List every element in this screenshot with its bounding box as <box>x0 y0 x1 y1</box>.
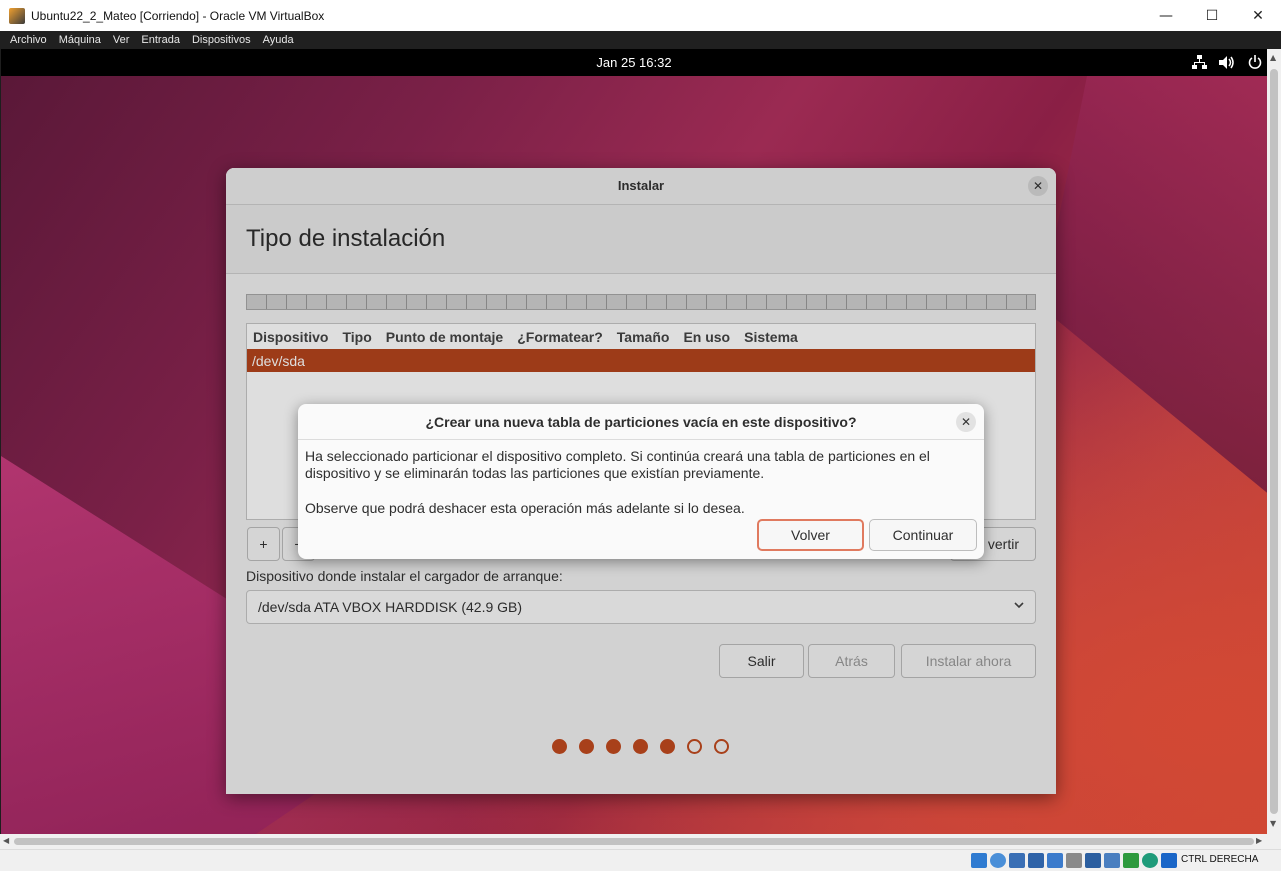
menu-ver[interactable]: Ver <box>107 34 136 46</box>
continue-button[interactable]: Continuar <box>869 519 977 551</box>
shared-folders-icon[interactable] <box>1066 853 1082 868</box>
confirm-dialog: ¿Crear una nueva tabla de particiones va… <box>298 404 984 559</box>
volume-icon[interactable] <box>1219 54 1235 70</box>
scroll-up-icon[interactable]: ▲ <box>1270 53 1276 62</box>
host-key-label: CTRL DERECHA <box>1181 854 1259 865</box>
menu-entrada[interactable]: Entrada <box>135 34 186 46</box>
vbox-statusbar: CTRL DERECHA <box>0 849 1281 871</box>
dialog-message: Ha seleccionado particionar el dispositi… <box>305 448 930 481</box>
hard-disk-icon[interactable] <box>971 853 987 868</box>
scroll-right-icon[interactable]: ▶ <box>1256 836 1262 845</box>
minimize-button[interactable]: — <box>1143 0 1189 31</box>
vbox-menubar: Archivo Máquina Ver Entrada Dispositivos… <box>0 31 1281 49</box>
scrollbar-thumb[interactable] <box>1270 69 1278 814</box>
network-adapter-icon[interactable] <box>1028 853 1044 868</box>
optical-drive-icon[interactable] <box>990 853 1006 868</box>
menu-maquina[interactable]: Máquina <box>53 34 107 46</box>
dialog-close-button[interactable]: ✕ <box>956 412 976 432</box>
menu-ayuda[interactable]: Ayuda <box>257 34 300 46</box>
vertical-scrollbar[interactable]: ▲ ▼ <box>1267 49 1281 834</box>
close-window-button[interactable]: ✕ <box>1235 0 1281 31</box>
volver-button[interactable]: Volver <box>757 519 864 551</box>
scroll-down-icon[interactable]: ▼ <box>1270 819 1276 828</box>
device-icons <box>971 853 1177 868</box>
keyboard-icon[interactable] <box>1161 853 1177 868</box>
window-titlebar: Ubuntu22_2_Mateo [Corriendo] - Oracle VM… <box>0 0 1281 31</box>
scroll-corner <box>1267 834 1281 849</box>
audio-icon[interactable] <box>1009 853 1025 868</box>
recording-icon[interactable] <box>1104 853 1120 868</box>
scroll-left-icon[interactable]: ◀ <box>3 836 9 845</box>
ubuntu-top-panel: Jan 25 16:32 <box>1 49 1267 76</box>
power-icon[interactable] <box>1247 54 1263 70</box>
menu-dispositivos[interactable]: Dispositivos <box>186 34 257 46</box>
window-title: Ubuntu22_2_Mateo [Corriendo] - Oracle VM… <box>31 8 325 23</box>
divider <box>298 439 984 440</box>
mouse-integration-icon[interactable] <box>1142 853 1158 868</box>
scrollbar-thumb[interactable] <box>14 838 1254 845</box>
network-icon[interactable] <box>1191 54 1207 70</box>
cpu-icon[interactable] <box>1123 853 1139 868</box>
display-icon[interactable] <box>1085 853 1101 868</box>
wallpaper-shape <box>1041 76 1267 496</box>
virtualbox-app-icon <box>9 7 25 24</box>
dialog-title: ¿Crear una nueva tabla de particiones va… <box>425 414 857 430</box>
panel-clock[interactable]: Jan 25 16:32 <box>1 55 1267 70</box>
dialog-note: Observe que podrá deshacer esta operació… <box>305 500 745 516</box>
horizontal-scrollbar[interactable]: ◀ ▶ <box>0 834 1267 849</box>
usb-icon[interactable] <box>1047 853 1063 868</box>
maximize-button[interactable]: ☐ <box>1189 0 1235 31</box>
menu-archivo[interactable]: Archivo <box>4 34 53 46</box>
